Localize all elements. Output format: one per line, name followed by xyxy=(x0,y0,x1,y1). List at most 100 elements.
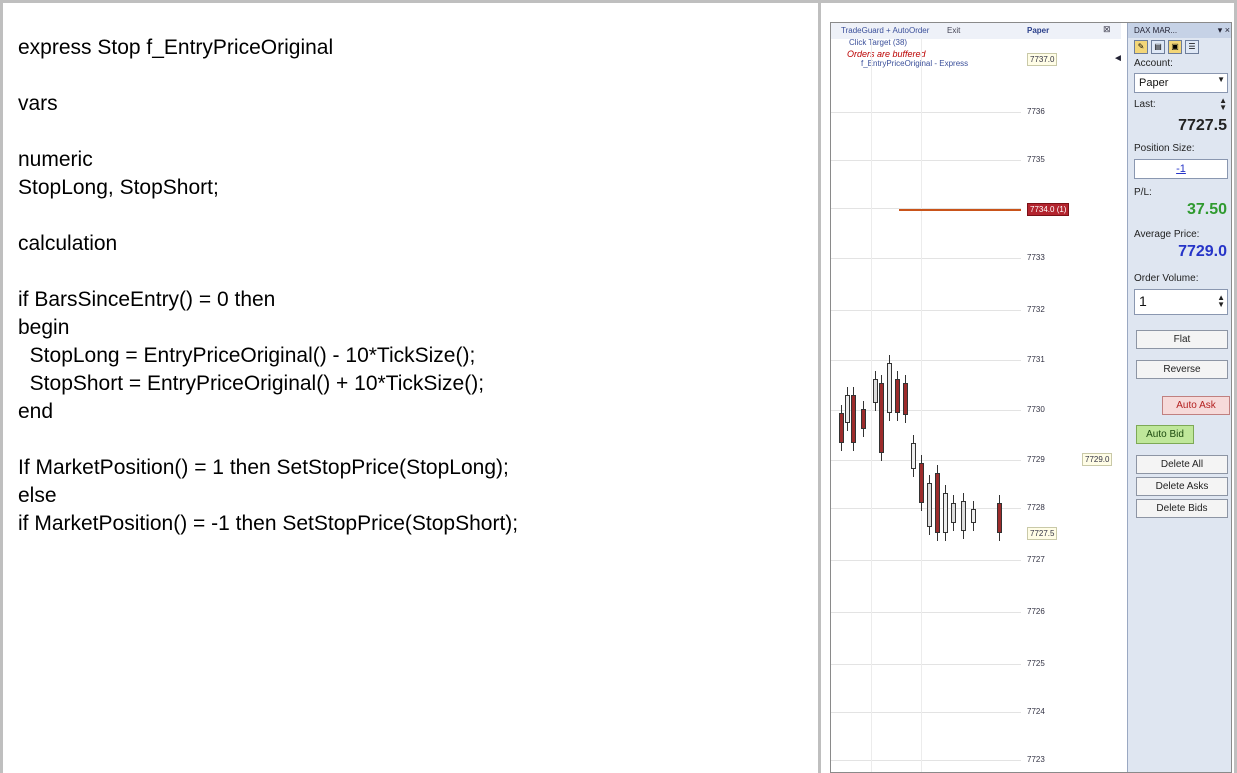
volume-stepper-icon[interactable]: ▲ ▼ xyxy=(1217,294,1225,309)
code-line: StopLong = EntryPriceOriginal() - 10*Tic… xyxy=(18,344,476,367)
candle-body xyxy=(943,493,948,533)
order-volume-label: Order Volume: xyxy=(1134,273,1199,284)
candle-body xyxy=(887,363,892,413)
pencil-icon[interactable]: ✎ xyxy=(1134,40,1148,54)
chart-header-title[interactable]: TradeGuard + AutoOrder xyxy=(841,26,929,35)
last-value: 7727.5 xyxy=(1178,117,1227,134)
order-volume-field[interactable]: 1 ▲ ▼ xyxy=(1134,289,1228,315)
grid-line xyxy=(831,460,1021,461)
stop-order-tag[interactable]: 7734.0 (1) xyxy=(1027,203,1070,216)
account-label: Account: xyxy=(1134,58,1173,69)
panel-toolbar: ✎ ▤ ▣ ☰ xyxy=(1134,40,1199,54)
price-axis-label: 7731 xyxy=(1027,355,1045,364)
code-listing: express Stop f_EntryPriceOriginalvars num… xyxy=(18,34,798,538)
code-line: if MarketPosition() = -1 then SetStopPri… xyxy=(18,512,519,535)
column-divider xyxy=(818,0,821,773)
delete-bids-button[interactable]: Delete Bids xyxy=(1136,499,1228,518)
pin-close-icon[interactable]: ▾ × xyxy=(1218,25,1230,36)
price-axis-label: 7735 xyxy=(1027,155,1045,164)
account-select[interactable]: Paper ▼ xyxy=(1134,73,1228,93)
code-line: vars xyxy=(18,92,58,115)
price-axis-label: 7732 xyxy=(1027,305,1045,314)
indicator-label: f_EntryPriceOriginal - Express xyxy=(861,59,969,68)
candle-body xyxy=(903,383,908,415)
code-line: begin xyxy=(18,316,70,339)
auto-ask-button[interactable]: Auto Ask xyxy=(1162,396,1230,415)
price-axis-label: 7728 xyxy=(1027,503,1045,512)
list-icon[interactable]: ☰ xyxy=(1185,40,1199,54)
buffered-notice: Orders are buffered xyxy=(847,49,926,59)
candle-body xyxy=(961,501,966,531)
price-axis-label: 7727 xyxy=(1027,555,1045,564)
candle-body xyxy=(873,379,878,403)
grid-line xyxy=(921,39,922,772)
grid-line xyxy=(831,712,1021,713)
chevron-down-icon[interactable]: ▼ xyxy=(1217,76,1225,84)
click-target-label: Click Target (38) xyxy=(849,38,908,47)
candle-body xyxy=(911,443,916,469)
candle-body xyxy=(927,483,932,527)
price-axis-label: 7726 xyxy=(1027,607,1045,616)
candle-body xyxy=(971,509,976,523)
code-line: end xyxy=(18,400,54,423)
delete-asks-button[interactable]: Delete Asks xyxy=(1136,477,1228,496)
position-size-field[interactable]: -1 xyxy=(1134,159,1228,179)
candle-body xyxy=(997,503,1002,533)
price-axis[interactable]: 7736773577347733773277317730772977287727… xyxy=(1021,23,1121,772)
candle-body xyxy=(861,409,866,429)
auto-bid-button[interactable]: Auto Bid xyxy=(1136,425,1194,444)
panel-title-bar: DAX MAR... ▾ × xyxy=(1128,23,1231,38)
grid-line xyxy=(831,760,1021,761)
trading-screenshot: TradeGuard + AutoOrder Exit Paper ⊠ Clic… xyxy=(830,22,1232,773)
grid-line xyxy=(831,612,1021,613)
candle-body xyxy=(919,463,924,503)
code-line: StopShort = EntryPriceOriginal() + 10*Ti… xyxy=(18,372,485,395)
position-size-label: Position Size: xyxy=(1134,143,1195,154)
price-axis-label: 7736 xyxy=(1027,107,1045,116)
candle-body xyxy=(851,395,856,443)
code-line: if BarsSinceEntry() = 0 then xyxy=(18,288,276,311)
candle-body xyxy=(839,413,844,443)
candle-body xyxy=(951,503,956,523)
candle-body xyxy=(895,379,900,413)
price-axis-label: 7730 xyxy=(1027,405,1045,414)
pl-label: P/L: xyxy=(1134,187,1152,198)
stepper-icon[interactable]: ▲ ▼ xyxy=(1219,97,1227,112)
avg-price-label: Average Price: xyxy=(1134,229,1200,240)
price-axis-label: 7724 xyxy=(1027,707,1045,716)
grid-icon[interactable]: ▤ xyxy=(1151,40,1165,54)
grid-line xyxy=(831,160,1021,161)
price-chart[interactable]: TradeGuard + AutoOrder Exit Paper ⊠ Clic… xyxy=(831,23,1123,772)
account-value: Paper xyxy=(1139,77,1169,89)
code-line: express Stop f_EntryPriceOriginal xyxy=(18,36,334,59)
price-axis-label: 7725 xyxy=(1027,659,1045,668)
price-axis-label: 7733 xyxy=(1027,253,1045,262)
chart-exit-link[interactable]: Exit xyxy=(947,26,960,35)
code-line: StopLong, StopShort; xyxy=(18,176,219,199)
code-line: numeric xyxy=(18,148,93,171)
order-panel: DAX MAR... ▾ × ✎ ▤ ▣ ☰ Account: Paper ▼ … xyxy=(1127,23,1231,772)
price-axis-label: 7729 xyxy=(1027,455,1045,464)
flat-button[interactable]: Flat xyxy=(1136,330,1228,349)
grid-line xyxy=(831,508,1021,509)
panel-title: DAX MAR... xyxy=(1134,26,1178,35)
last-label: Last: xyxy=(1134,99,1156,110)
last-price-tag: 7727.5 xyxy=(1027,527,1058,540)
window-icon[interactable]: ▣ xyxy=(1168,40,1182,54)
grid-line xyxy=(831,310,1021,311)
entry-price-tag: 7729.0 xyxy=(1082,453,1113,466)
grid-line xyxy=(831,360,1021,361)
grid-line xyxy=(871,39,872,772)
code-line: calculation xyxy=(18,232,118,255)
stop-level-line xyxy=(899,209,1021,211)
grid-line xyxy=(831,560,1021,561)
grid-line xyxy=(831,258,1021,259)
reverse-button[interactable]: Reverse xyxy=(1136,360,1228,379)
delete-all-button[interactable]: Delete All xyxy=(1136,455,1228,474)
top-price-tag: 7737.0 xyxy=(1027,53,1058,66)
